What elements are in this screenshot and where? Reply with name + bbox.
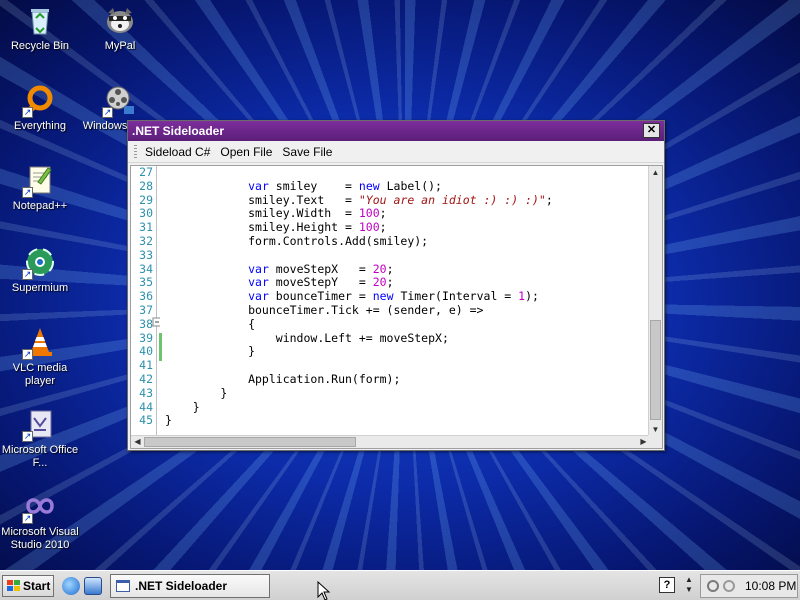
network-icon[interactable]	[707, 580, 719, 592]
fold-margin	[152, 166, 164, 436]
icon-label: Microsoft Office F...	[1, 444, 79, 469]
shortcut-arrow-icon: ↗	[22, 269, 33, 280]
system-tray: 10:08 PM	[700, 574, 798, 598]
windows-flag-icon	[7, 580, 20, 591]
taskbar-button-sideloader[interactable]: .NET Sideloader	[110, 574, 270, 598]
icon-label: VLC media player	[12, 362, 68, 387]
code-line[interactable]	[165, 166, 651, 180]
window-app-icon	[116, 580, 130, 592]
vlc-cone-icon: ↗	[22, 326, 56, 360]
desktop-icon-recycle-bin[interactable]: Recycle Bin	[0, 4, 80, 53]
desktop-icon-everything[interactable]: ↗ Everything	[0, 84, 80, 133]
supermium-browser-icon: ↗	[22, 246, 56, 280]
code-line[interactable]: smiley.Text = "You are an idiot :) :) :)…	[165, 193, 651, 208]
toolbar-grip-icon[interactable]	[134, 144, 137, 159]
code-line[interactable]	[165, 359, 651, 373]
film-reel-icon: ↗	[102, 84, 136, 118]
menu-sideload-csharp[interactable]: Sideload C#	[141, 145, 214, 159]
shortcut-arrow-icon: ↗	[22, 187, 33, 198]
desktop-icon-mypal[interactable]: MyPal	[80, 4, 160, 53]
code-line[interactable]: {	[165, 317, 651, 332]
start-button[interactable]: Start	[2, 575, 54, 597]
code-line[interactable]: smiley.Height = 100;	[165, 220, 651, 235]
scroll-left-icon[interactable]: ◀	[131, 436, 144, 448]
code-editor[interactable]: 27 28 29 30 31 32 33 34 35 36 37 38 39 40 41 42 43 44 45 v…	[130, 165, 663, 449]
show-desktop-icon[interactable]	[84, 577, 102, 595]
code-line[interactable]: form.Controls.Add(smiley);	[165, 234, 651, 249]
desktop-icon-notepad-plus-plus[interactable]: ↗ Notepad++	[0, 164, 80, 213]
code-line[interactable]: }	[165, 414, 651, 428]
scrollbar-corner	[648, 435, 662, 448]
taskbar-button-label: .NET Sideloader	[135, 579, 228, 593]
code-line[interactable]: smiley.Width = 100;	[165, 206, 651, 221]
window-titlebar[interactable]: .NET Sideloader ✕	[128, 121, 664, 141]
window-title: .NET Sideloader	[132, 124, 225, 138]
horizontal-scroll-thumb[interactable]	[144, 437, 356, 447]
icon-label: MyPal	[104, 40, 136, 52]
change-indicator	[159, 333, 162, 361]
taskbar: Start .NET Sideloader ? ▲ ▼ 10:08 PM	[0, 570, 800, 600]
vertical-scrollbar[interactable]: ▲ ▼	[648, 166, 662, 436]
desktop-icon-vlc[interactable]: ↗ VLC media player	[0, 326, 80, 388]
horizontal-scrollbar[interactable]: ◀ ▶	[131, 435, 650, 448]
code-line[interactable]: var moveStepY = 20;	[165, 275, 651, 290]
code-line[interactable]: var bounceTimer = new Timer(Interval = 1…	[165, 289, 651, 304]
code-line[interactable]: }	[165, 400, 651, 415]
desktop-icon-supermium[interactable]: ↗ Supermium	[0, 246, 80, 295]
icon-label: Supermium	[11, 282, 69, 294]
code-line[interactable]: var smiley = new Label();	[165, 179, 651, 194]
office-document-icon: ↗	[22, 408, 56, 442]
icon-label: Everything	[14, 120, 66, 132]
code-line[interactable]: }	[165, 386, 651, 401]
everything-search-icon: ↗	[22, 84, 56, 118]
internet-explorer-icon[interactable]	[62, 577, 80, 595]
fold-marker-icon[interactable]	[152, 166, 160, 436]
code-line[interactable]: var moveStepX = 20;	[165, 262, 651, 277]
code-line[interactable]: bounceTimer.Tick += (sender, e) =>	[165, 303, 651, 318]
tray-scroll-arrows-icon[interactable]: ▲ ▼	[683, 575, 695, 597]
code-line[interactable]: Application.Run(form);	[165, 372, 651, 387]
code-line[interactable]: window.Left += moveStepX;	[165, 331, 651, 346]
clock[interactable]: 10:08 PM	[745, 575, 796, 597]
shortcut-arrow-icon: ↗	[22, 349, 33, 360]
shortcut-arrow-icon: ↗	[22, 513, 33, 524]
notepad-plus-plus-icon: ↗	[22, 164, 56, 198]
icon-label: Recycle Bin	[10, 40, 70, 52]
code-line[interactable]: }	[165, 345, 651, 359]
code-line[interactable]	[165, 249, 651, 263]
shortcut-arrow-icon: ↗	[22, 107, 33, 118]
menu-bar: Sideload C# Open File Save File	[128, 141, 664, 163]
visual-studio-infinity-icon: ↗	[22, 490, 56, 524]
desktop-icon-microsoft-office[interactable]: ↗ Microsoft Office F...	[0, 408, 80, 470]
menu-open-file[interactable]: Open File	[216, 145, 276, 159]
menu-save-file[interactable]: Save File	[278, 145, 336, 159]
vertical-scroll-thumb[interactable]	[650, 320, 661, 420]
recycle-bin-icon	[24, 4, 56, 36]
desktop-icon-visual-studio[interactable]: ↗ Microsoft Visual Studio 2010	[0, 490, 80, 552]
shortcut-arrow-icon: ↗	[22, 431, 33, 442]
mouse-pointer-icon	[317, 581, 331, 600]
raccoon-icon	[104, 4, 136, 36]
sync-icon[interactable]	[723, 580, 735, 592]
icon-label: Notepad++	[12, 200, 68, 212]
start-label: Start	[23, 579, 51, 593]
sideloader-window[interactable]: .NET Sideloader ✕ Sideload C# Open File …	[127, 120, 665, 451]
help-button[interactable]: ?	[659, 577, 675, 593]
icon-label: Microsoft Visual Studio 2010	[1, 526, 79, 551]
shortcut-arrow-icon: ↗	[102, 107, 113, 118]
close-button[interactable]: ✕	[643, 123, 660, 138]
code-text[interactable]: var smiley = new Label(); smiley.Text = …	[165, 166, 651, 436]
scroll-up-icon[interactable]: ▲	[649, 166, 662, 179]
